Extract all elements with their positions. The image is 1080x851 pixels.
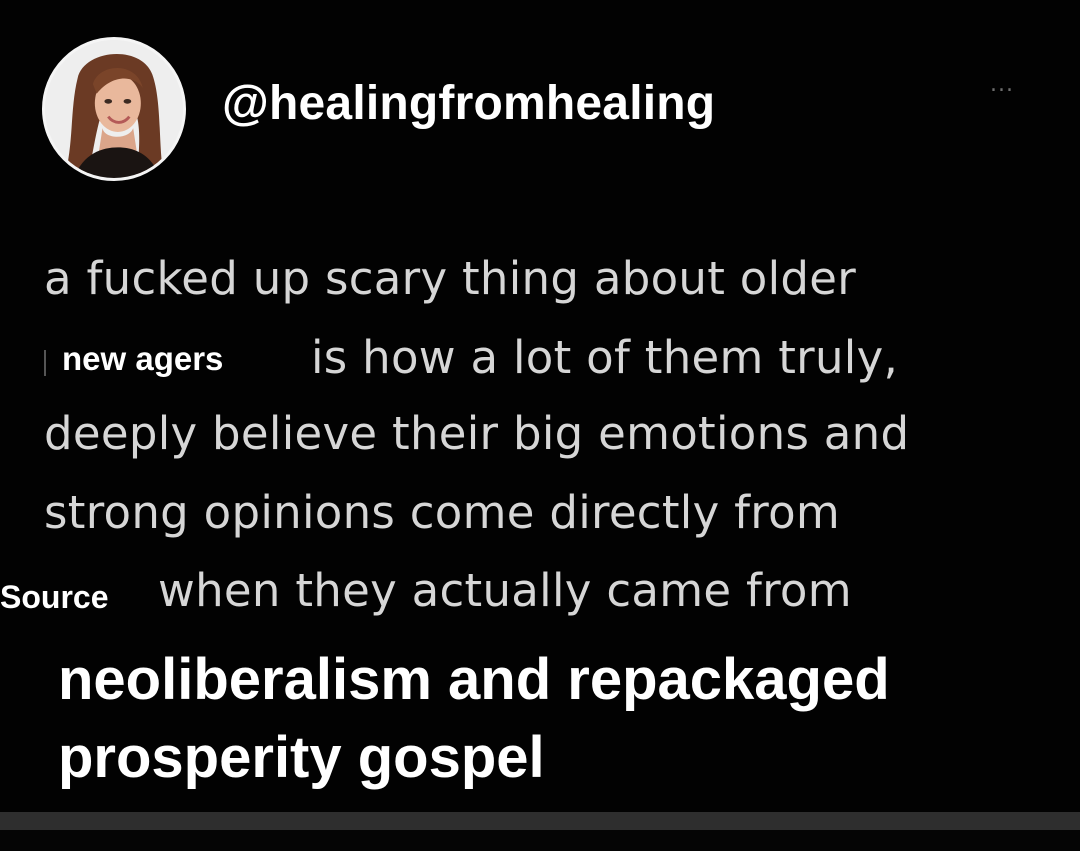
- overlay-new-agers: new agers: [62, 340, 224, 377]
- post-screenshot: @healingfromhealing ... a fucked up scar…: [0, 0, 1080, 851]
- tweet-line-2: is how a lot of them truly,: [311, 331, 899, 384]
- tweet-line-5: when they actually came from: [158, 564, 852, 617]
- tweet-line-3: deeply believe their big emotions and: [44, 407, 910, 460]
- overlay-source: Source: [0, 579, 109, 615]
- overlay-ending-line-2: prosperity gospel: [58, 725, 545, 790]
- tweet-line-4: strong opinions come directly from: [44, 486, 841, 539]
- bottom-divider-bar: [0, 812, 1080, 830]
- text-cursor-mark: [44, 350, 46, 376]
- avatar[interactable]: [42, 37, 186, 181]
- tweet-line-1: a fucked up scary thing about older: [44, 252, 857, 305]
- more-options-icon[interactable]: ...: [990, 72, 1014, 97]
- user-handle[interactable]: @healingfromhealing: [222, 76, 715, 131]
- profile-photo-icon: [45, 40, 183, 178]
- bottom-edge: [0, 830, 1080, 851]
- overlay-ending-line-1: neoliberalism and repackaged: [58, 647, 890, 712]
